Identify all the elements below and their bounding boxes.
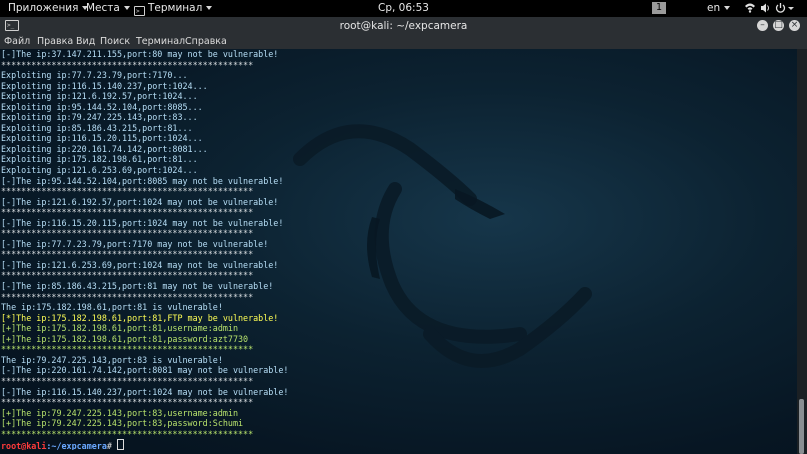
- terminal-view[interactable]: [-]The ip:37.147.211.155,port:80 may not…: [0, 49, 797, 454]
- terminal-line: ****************************************…: [1, 291, 254, 302]
- dropdown-arrow-icon: [206, 6, 213, 10]
- sound-icon: [761, 3, 769, 13]
- window-title: root@kali: ~/expcamera: [339, 20, 468, 32]
- terminal-line: [-]The ip:85.186.43.215,port:81 may not …: [1, 281, 274, 292]
- terminal-line: [+]The ip:79.247.225.143,port:83,passwor…: [1, 418, 244, 429]
- terminal-line: ****************************************…: [1, 186, 254, 197]
- terminal-line: ****************************************…: [1, 207, 254, 218]
- prompt-path: :~/expcamera: [46, 441, 107, 450]
- top-panel: Приложения Места > Терминал Ср, 06:53 1 e…: [0, 0, 807, 17]
- terminal-line: [-]The ip:116.15.140.237,port:1024 may n…: [1, 386, 289, 397]
- terminal-line: [+]The ip:175.182.198.61,port:81,passwor…: [1, 333, 249, 344]
- language-label: en: [707, 2, 721, 14]
- scrollbar-thumb[interactable]: [799, 399, 804, 454]
- terminal-line: Exploiting ip:77.7.23.79,port:7170...: [1, 70, 188, 81]
- text-cursor: [117, 439, 124, 450]
- terminal-line: [+]The ip:175.182.198.61,port:81,usernam…: [1, 323, 238, 334]
- terminal-line: ****************************************…: [1, 397, 254, 408]
- scrollbar[interactable]: [797, 49, 807, 454]
- workspace-indicator[interactable]: 1: [652, 2, 666, 14]
- terminal-app-label: Терминал: [148, 2, 203, 14]
- menu-help[interactable]: Справка: [185, 36, 227, 48]
- terminal-line: ****************************************…: [1, 270, 254, 281]
- terminal-line: [-]The ip:220.161.74.142,port:8081 may n…: [1, 365, 289, 376]
- terminal-line: ****************************************…: [1, 59, 254, 70]
- menu-edit[interactable]: Правка: [37, 36, 73, 48]
- terminal-app-menu[interactable]: > Терминал: [134, 2, 213, 16]
- shell-prompt[interactable]: root@kali:~/expcamera#: [1, 439, 796, 450]
- terminal-line: [-]The ip:95.144.52.104,port:8085 may no…: [1, 175, 284, 186]
- clock[interactable]: Ср, 06:53: [378, 2, 429, 15]
- terminal-line: [-]The ip:121.6.253.69,port:1024 may not…: [1, 259, 279, 270]
- terminal-line: Exploiting ip:220.161.74.142,port:8081..…: [1, 143, 208, 154]
- terminal-icon: >: [134, 6, 145, 16]
- terminal-line: Exploiting ip:121.6.253.69,port:1024...: [1, 165, 198, 176]
- terminal-line: ****************************************…: [1, 228, 254, 239]
- terminal-line: Exploiting ip:79.247.225.143,port:83...: [1, 112, 198, 123]
- places-label: Места: [86, 2, 120, 14]
- terminal-line: ****************************************…: [1, 344, 254, 355]
- close-icon[interactable]: ×: [789, 20, 800, 31]
- terminal-line: [*]The ip:175.182.198.61,port:81,FTP may…: [1, 312, 279, 323]
- terminal-line: Exploiting ip:95.144.52.104,port:8085...: [1, 101, 203, 112]
- places-menu[interactable]: Места: [86, 2, 130, 15]
- terminal-line: Exploiting ip:121.6.192.57,port:1024...: [1, 91, 198, 102]
- terminal-line: Exploiting ip:116.15.140.237,port:1024..…: [1, 80, 208, 91]
- dropdown-arrow-icon: [123, 6, 130, 10]
- menu-view[interactable]: Вид: [76, 36, 95, 48]
- prompt-symbol: #: [106, 441, 117, 450]
- terminal-line: [-]The ip:121.6.192.57,port:1024 may not…: [1, 196, 279, 207]
- prompt-user: root@kali: [1, 441, 47, 450]
- wifi-icon: [745, 3, 755, 13]
- terminal-line: ****************************************…: [1, 375, 254, 386]
- menu-search[interactable]: Поиск: [100, 36, 130, 48]
- terminal-line: The ip:79.247.225.143,port:83 is vulnera…: [1, 354, 223, 365]
- applications-menu[interactable]: Приложения: [8, 2, 89, 15]
- maximize-icon[interactable]: □: [773, 20, 784, 31]
- dropdown-arrow-icon: [724, 6, 731, 10]
- menu-terminal[interactable]: Терминал: [136, 36, 185, 48]
- window-titlebar[interactable]: >_ root@kali: ~/expcamera – □ ×: [0, 17, 807, 35]
- terminal-output: [-]The ip:37.147.211.155,port:80 may not…: [1, 49, 796, 450]
- terminal-line: [-]The ip:116.15.20.115,port:1024 may no…: [1, 217, 284, 228]
- terminal-line: ****************************************…: [1, 428, 254, 439]
- applications-label: Приложения: [8, 2, 79, 14]
- system-tray[interactable]: [744, 2, 804, 18]
- minimize-icon[interactable]: –: [757, 20, 768, 31]
- menu-file[interactable]: Файл: [4, 36, 30, 48]
- dropdown-arrow-icon: [788, 7, 794, 10]
- terminal-line: Exploiting ip:85.186.43.215,port:81...: [1, 122, 193, 133]
- terminal-line: [-]The ip:37.147.211.155,port:80 may not…: [1, 49, 279, 59]
- terminal-line: [-]The ip:77.7.23.79,port:7170 may not b…: [1, 238, 269, 249]
- terminal-line: Exploiting ip:116.15.20.115,port:1024...: [1, 133, 203, 144]
- menu-bar: Файл Правка Вид Поиск Терминал Справка: [0, 35, 807, 49]
- terminal-line: ****************************************…: [1, 249, 254, 260]
- terminal-line: [+]The ip:79.247.225.143,port:83,usernam…: [1, 407, 238, 418]
- terminal-line: Exploiting ip:175.182.198.61,port:81...: [1, 154, 198, 165]
- power-icon: [775, 3, 786, 13]
- language-selector[interactable]: en: [707, 2, 731, 15]
- terminal-line: The ip:175.182.198.61,port:81 is vulnera…: [1, 302, 223, 313]
